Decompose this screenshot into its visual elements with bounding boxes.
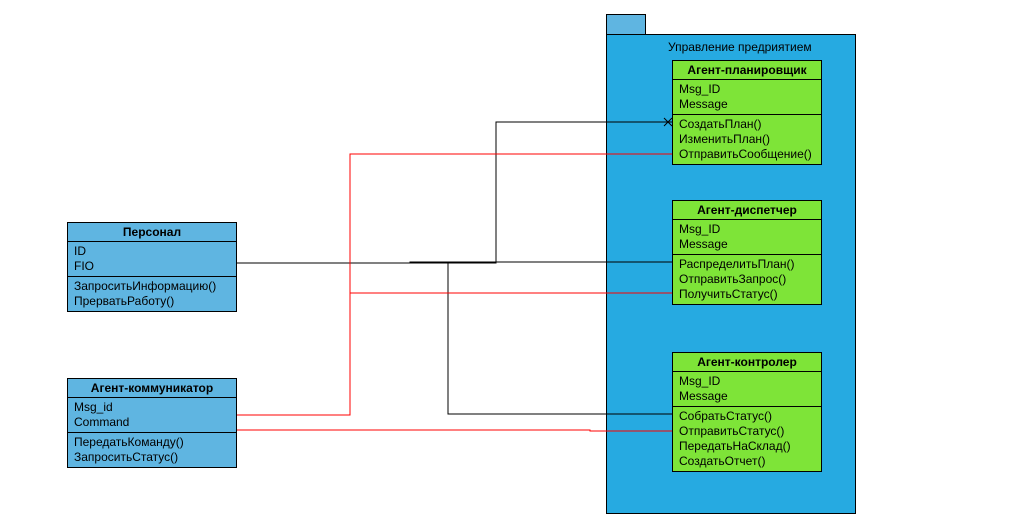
class-attribute: Msg_id: [74, 400, 230, 415]
class-attributes: Msg_IDMessage: [673, 372, 821, 407]
class-operation: СоздатьОтчет(): [679, 454, 815, 469]
class-attributes: IDFIO: [68, 242, 236, 277]
class-title: Персонал: [68, 223, 236, 242]
class-title: Агент-коммуникатор: [68, 379, 236, 398]
class-controller[interactable]: Агент-контролерMsg_IDMessageСобратьСтату…: [672, 352, 822, 472]
class-operation: ЗапроситьИнформацию(): [74, 279, 230, 294]
class-operation: ПередатьКоманду(): [74, 435, 230, 450]
class-operation: ПрерватьРаботу(): [74, 294, 230, 309]
class-attribute: Message: [679, 97, 815, 112]
class-operations: РаспределитьПлан()ОтправитьЗапрос()Получ…: [673, 255, 821, 304]
package-label: Управление предриятием: [668, 40, 812, 54]
class-dispatcher[interactable]: Агент-диспетчерMsg_IDMessageРаспределить…: [672, 200, 822, 305]
class-title: Агент-планировщик: [673, 61, 821, 80]
class-attributes: Msg_IDMessage: [673, 80, 821, 115]
class-operation: ПолучитьСтатус(): [679, 287, 815, 302]
package-tab: [606, 14, 646, 34]
class-attribute: Message: [679, 237, 815, 252]
class-operations: СоздатьПлан()ИзменитьПлан()ОтправитьСооб…: [673, 115, 821, 164]
class-title: Агент-диспетчер: [673, 201, 821, 220]
class-communicator[interactable]: Агент-коммуникаторMsg_idCommandПередатьК…: [67, 378, 237, 468]
class-operations: ПередатьКоманду()ЗапроситьСтатус(): [68, 433, 236, 467]
class-operations: ЗапроситьИнформацию()ПрерватьРаботу(): [68, 277, 236, 311]
class-attribute: FIO: [74, 259, 230, 274]
class-operation: СобратьСтатус(): [679, 409, 815, 424]
class-operation: ОтправитьСтатус(): [679, 424, 815, 439]
class-operation: СоздатьПлан(): [679, 117, 815, 132]
class-attribute: ID: [74, 244, 230, 259]
class-attributes: Msg_idCommand: [68, 398, 236, 433]
class-operation: ОтправитьЗапрос(): [679, 272, 815, 287]
class-attribute: Command: [74, 415, 230, 430]
class-title: Агент-контролер: [673, 353, 821, 372]
class-operation: ЗапроситьСтатус(): [74, 450, 230, 465]
class-operations: СобратьСтатус()ОтправитьСтатус()Передать…: [673, 407, 821, 471]
class-attribute: Msg_ID: [679, 222, 815, 237]
class-operation: ОтправитьСообщение(): [679, 147, 815, 162]
class-attributes: Msg_IDMessage: [673, 220, 821, 255]
class-attribute: Msg_ID: [679, 82, 815, 97]
class-operation: РаспределитьПлан(): [679, 257, 815, 272]
class-attribute: Message: [679, 389, 815, 404]
class-personal[interactable]: ПерсоналIDFIOЗапроситьИнформацию()Прерва…: [67, 222, 237, 312]
class-operation: ИзменитьПлан(): [679, 132, 815, 147]
class-planner[interactable]: Агент-планировщикMsg_IDMessageСоздатьПла…: [672, 60, 822, 165]
class-attribute: Msg_ID: [679, 374, 815, 389]
class-operation: ПередатьНаСклад(): [679, 439, 815, 454]
